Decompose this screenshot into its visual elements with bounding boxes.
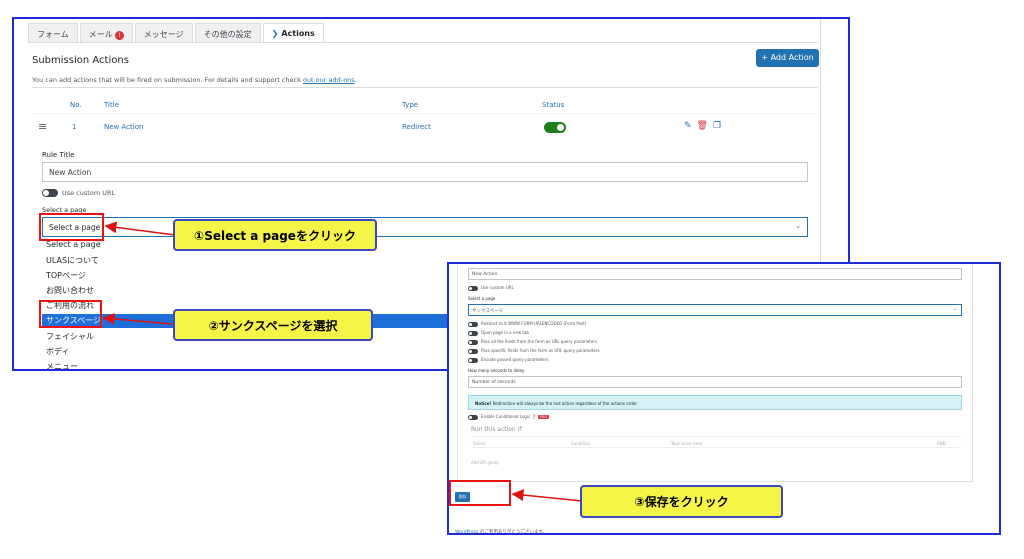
arrow-step1 [104, 221, 176, 236]
callout-step1: ①Select a pageをクリック [173, 219, 377, 251]
annotation-arrows [102, 221, 583, 502]
callout-step2: ②サンクスページを選択 [173, 309, 373, 341]
callout-step3: ③保存をクリック [580, 485, 783, 518]
arrow-step3 [511, 489, 583, 502]
arrow-step2 [102, 312, 173, 325]
